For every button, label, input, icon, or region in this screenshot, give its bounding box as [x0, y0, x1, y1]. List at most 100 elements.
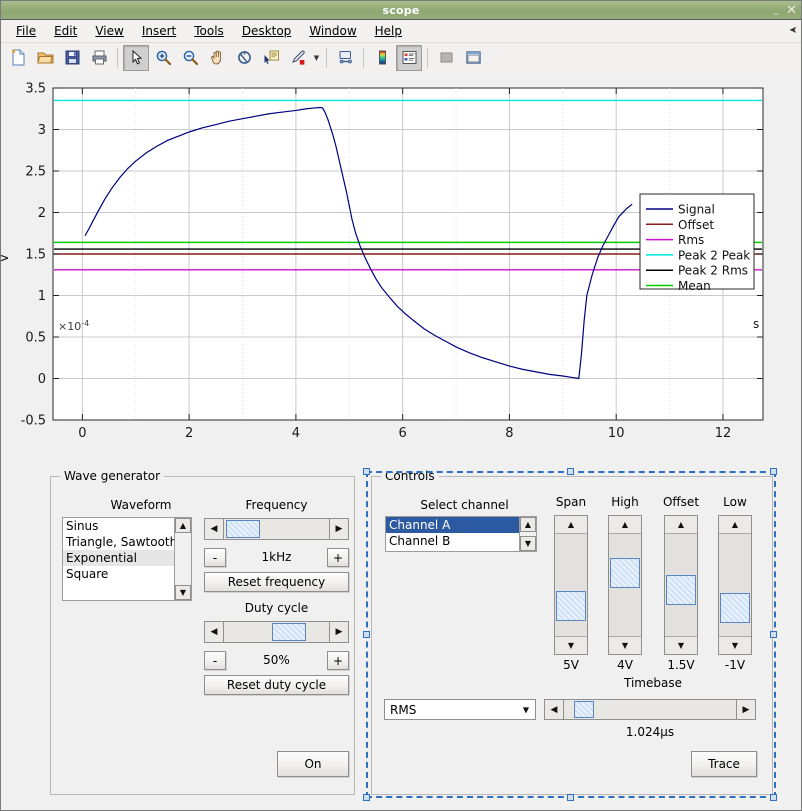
selection-handle-tr[interactable] [770, 468, 777, 475]
trace-button[interactable]: Trace [691, 751, 757, 777]
measurement-combo[interactable]: RMS ▼ [384, 699, 536, 720]
menu-help[interactable]: Help [366, 22, 411, 40]
reset-frequency-button[interactable]: Reset frequency [204, 572, 349, 592]
rotate-3d-icon[interactable] [231, 45, 257, 71]
new-figure-icon[interactable] [5, 45, 31, 71]
span-slider-thumb[interactable] [556, 591, 586, 622]
frequency-slider-track[interactable] [224, 519, 329, 539]
frequency-slider-right-arrow[interactable]: ▶ [329, 519, 348, 539]
duty-cycle-increment-button[interactable]: + [327, 651, 349, 670]
menu-window[interactable]: Window [300, 22, 365, 40]
channel-option-b[interactable]: Channel B [386, 533, 520, 549]
timebase-slider[interactable]: ◀ ▶ [544, 699, 756, 720]
brush-icon[interactable] [285, 45, 311, 71]
waveform-listbox[interactable]: Sinus Triangle, Sawtooth Exponential Squ… [62, 517, 192, 601]
zoom-in-icon[interactable] [150, 45, 176, 71]
zoom-out-icon[interactable] [177, 45, 203, 71]
low-slider-track[interactable] [719, 534, 751, 636]
waveform-option-triangle[interactable]: Triangle, Sawtooth [63, 534, 177, 550]
chevron-down-icon[interactable]: ▼ [523, 705, 529, 714]
waveform-scrollbar[interactable]: ▲ ▼ [174, 518, 191, 600]
waveform-scroll-up-icon[interactable]: ▲ [175, 518, 191, 533]
print-figure-icon[interactable] [86, 45, 112, 71]
offset-slider-track[interactable] [665, 534, 697, 636]
selection-handle-mr[interactable] [770, 631, 777, 638]
low-slider[interactable]: ▲ ▼ [718, 515, 752, 655]
reset-duty-cycle-button[interactable]: Reset duty cycle [204, 675, 349, 695]
brush-dropdown-caret[interactable]: ▼ [312, 54, 321, 62]
scope-plot[interactable]: 024681012 -0.500.511.522.533.5 ×10-4 s V… [1, 72, 801, 462]
minimize-button[interactable]: – [774, 7, 780, 20]
frequency-increment-button[interactable]: + [327, 548, 349, 567]
high-slider[interactable]: ▲ ▼ [608, 515, 642, 655]
selection-handle-tl[interactable] [363, 468, 370, 475]
menu-file[interactable]: File [7, 22, 45, 40]
duty-cycle-slider-thumb[interactable] [272, 623, 306, 641]
frequency-decrement-button[interactable]: - [204, 548, 226, 567]
open-file-icon[interactable] [32, 45, 58, 71]
waveform-option-square[interactable]: Square [63, 566, 175, 582]
low-slider-up-arrow[interactable]: ▲ [719, 516, 751, 534]
menu-insert[interactable]: Insert [133, 22, 185, 40]
high-slider-down-arrow[interactable]: ▼ [609, 636, 641, 654]
offset-slider-down-arrow[interactable]: ▼ [665, 636, 697, 654]
selection-handle-bc[interactable] [567, 794, 574, 801]
show-plot-tools-icon[interactable] [460, 45, 486, 71]
waveform-scroll-down-icon[interactable]: ▼ [175, 585, 191, 600]
high-slider-thumb[interactable] [610, 558, 640, 589]
offset-slider-thumb[interactable] [666, 574, 696, 605]
timebase-slider-thumb[interactable] [574, 701, 594, 718]
timebase-slider-left-arrow[interactable]: ◀ [545, 700, 564, 719]
pointer-select-icon[interactable] [123, 44, 149, 71]
span-slider-track[interactable] [555, 534, 587, 636]
x-tick-label: 12 [715, 426, 732, 441]
duty-cycle-slider-left-arrow[interactable]: ◀ [205, 622, 224, 642]
channel-scroll-down-icon[interactable]: ▼ [520, 536, 536, 551]
high-slider-up-arrow[interactable]: ▲ [609, 516, 641, 534]
duty-cycle-slider-track[interactable] [224, 622, 329, 642]
plot-area[interactable]: 024681012 -0.500.511.522.533.5 ×10-4 s V… [1, 72, 801, 462]
timebase-slider-right-arrow[interactable]: ▶ [736, 700, 755, 719]
frequency-slider[interactable]: ◀ ▶ [204, 518, 349, 540]
menu-edit[interactable]: Edit [45, 22, 86, 40]
high-slider-track[interactable] [609, 534, 641, 636]
duty-cycle-decrement-button[interactable]: - [204, 651, 226, 670]
selection-handle-ml[interactable] [363, 631, 370, 638]
offset-slider-up-arrow[interactable]: ▲ [665, 516, 697, 534]
overflow-arrow-icon[interactable]: ➤ [789, 25, 797, 36]
data-cursor-icon[interactable] [258, 45, 284, 71]
channel-scrollbar[interactable]: ▲ ▼ [519, 517, 536, 551]
channel-option-a[interactable]: Channel A [386, 517, 520, 533]
plot-legend[interactable]: SignalOffsetRmsPeak 2 Peak Peak 2 RmsMean [639, 193, 755, 293]
waveform-option-exponential[interactable]: Exponential [63, 550, 175, 566]
selection-handle-tc[interactable] [567, 468, 574, 475]
menu-tools[interactable]: Tools [185, 22, 233, 40]
offset-slider[interactable]: ▲ ▼ [664, 515, 698, 655]
span-slider-up-arrow[interactable]: ▲ [555, 516, 587, 534]
link-plot-icon[interactable] [332, 45, 358, 71]
hide-plot-tools-icon[interactable] [433, 45, 459, 71]
low-slider-thumb[interactable] [720, 593, 750, 624]
close-button[interactable]: ✕ [786, 4, 797, 17]
channel-listbox[interactable]: Channel A Channel B ▲ ▼ [385, 516, 537, 552]
legend-icon[interactable] [396, 44, 422, 71]
pan-hand-icon[interactable] [204, 45, 230, 71]
span-slider[interactable]: ▲ ▼ [554, 515, 588, 655]
duty-cycle-slider-right-arrow[interactable]: ▶ [329, 622, 348, 642]
selection-handle-bl[interactable] [363, 794, 370, 801]
frequency-slider-left-arrow[interactable]: ◀ [205, 519, 224, 539]
menu-desktop[interactable]: Desktop [233, 22, 301, 40]
save-figure-icon[interactable] [59, 45, 85, 71]
timebase-slider-track[interactable] [564, 700, 736, 719]
channel-scroll-up-icon[interactable]: ▲ [520, 517, 536, 532]
duty-cycle-slider[interactable]: ◀ ▶ [204, 621, 349, 643]
colorbar-icon[interactable] [369, 45, 395, 71]
frequency-slider-thumb[interactable] [226, 520, 260, 538]
on-button[interactable]: On [277, 751, 349, 777]
menu-tools-label: Tools [194, 24, 224, 38]
menu-view[interactable]: View [86, 22, 132, 40]
waveform-option-sinus[interactable]: Sinus [63, 518, 175, 534]
low-slider-down-arrow[interactable]: ▼ [719, 636, 751, 654]
span-slider-down-arrow[interactable]: ▼ [555, 636, 587, 654]
selection-handle-br[interactable] [770, 794, 777, 801]
